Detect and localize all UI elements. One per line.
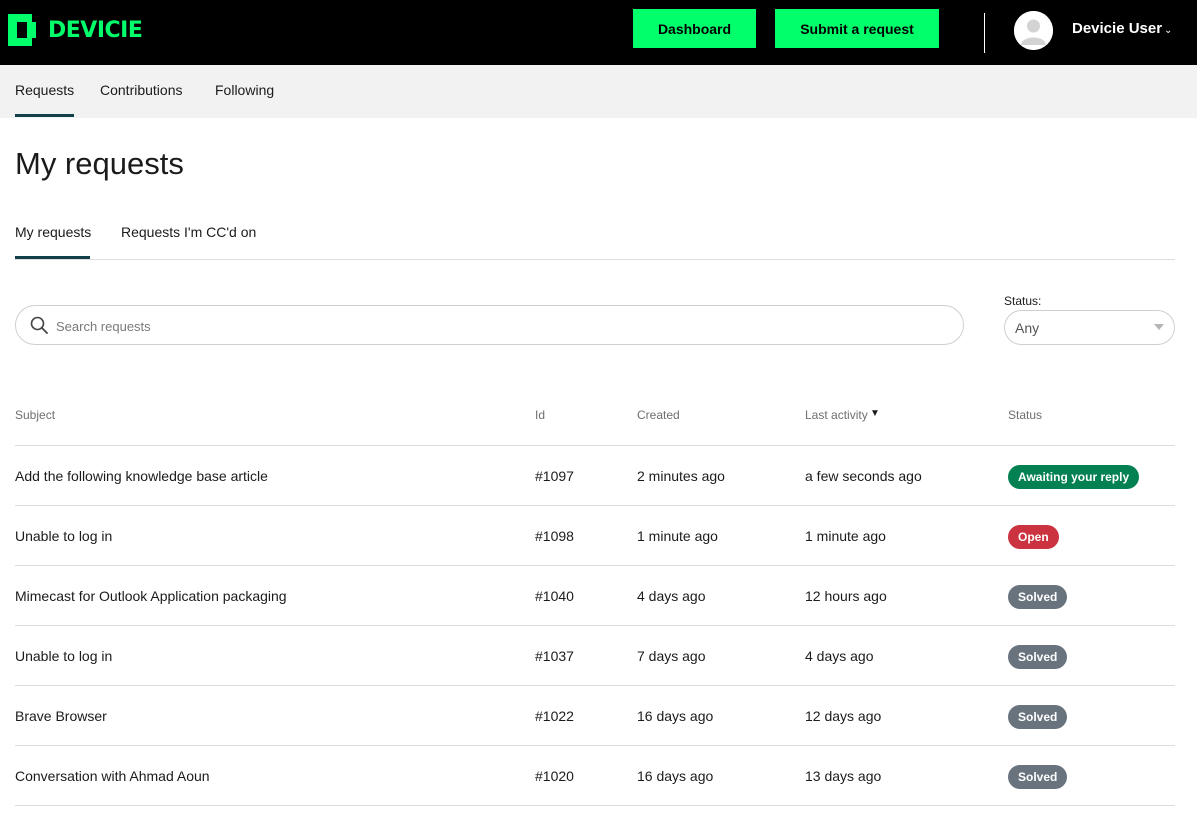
request-last-activity: a few seconds ago <box>805 468 922 484</box>
status-filter-select[interactable]: Any <box>1004 310 1175 345</box>
chevron-down-icon[interactable]: ⌄ <box>1164 25 1172 36</box>
tab-ccd-requests[interactable]: Requests I'm CC'd on <box>121 224 256 240</box>
status-badge: Open <box>1008 525 1059 549</box>
status-badge: Solved <box>1008 645 1068 669</box>
search-box[interactable] <box>15 305 964 345</box>
request-created: 7 days ago <box>637 648 706 664</box>
request-id: #1020 <box>535 768 574 784</box>
column-header-status[interactable]: Status <box>1008 408 1042 422</box>
request-last-activity: 4 days ago <box>805 648 874 664</box>
top-navigation-bar: DEVICIE Dashboard Submit a request Devic… <box>0 0 1197 65</box>
row-divider <box>15 745 1175 746</box>
search-input[interactable] <box>56 315 936 337</box>
tab-my-requests[interactable]: My requests <box>15 224 91 240</box>
request-id: #1098 <box>535 528 574 544</box>
subnav-requests[interactable]: Requests <box>15 82 75 117</box>
request-last-activity: 13 days ago <box>805 768 882 784</box>
column-header-id[interactable]: Id <box>535 408 545 422</box>
status-badge: Solved <box>1008 585 1068 609</box>
brand-logo-mark <box>8 14 36 46</box>
row-divider <box>15 805 1175 806</box>
request-id: #1037 <box>535 648 574 664</box>
table-header-divider <box>15 445 1175 446</box>
status-badge: Awaiting your reply <box>1008 465 1140 489</box>
column-header-created[interactable]: Created <box>637 408 680 422</box>
subnav-following[interactable]: Following <box>215 82 274 98</box>
row-divider <box>15 505 1175 506</box>
request-id: #1040 <box>535 588 574 604</box>
request-subject-link[interactable]: Brave Browser <box>15 708 107 724</box>
request-id: #1097 <box>535 468 574 484</box>
request-id: #1022 <box>535 708 574 724</box>
user-avatar[interactable] <box>1014 11 1053 50</box>
request-subject-link[interactable]: Add the following knowledge base article <box>15 468 268 484</box>
request-subject-link[interactable]: Conversation with Ahmad Aoun <box>15 768 210 784</box>
request-last-activity: 12 days ago <box>805 708 882 724</box>
request-created: 1 minute ago <box>637 528 718 544</box>
request-subject-link[interactable]: Unable to log in <box>15 648 112 664</box>
brand-name: DEVICIE <box>48 17 143 43</box>
request-subject-link[interactable]: Mimecast for Outlook Application packagi… <box>15 588 287 604</box>
column-header-subject[interactable]: Subject <box>15 408 55 422</box>
user-menu-name[interactable]: Devicie User <box>1072 20 1162 37</box>
brand-logo[interactable]: DEVICIE <box>8 14 143 46</box>
row-divider <box>15 565 1175 566</box>
sort-descending-icon[interactable]: ▼ <box>870 408 880 419</box>
status-filter-label: Status: <box>1004 294 1042 308</box>
request-created: 16 days ago <box>637 708 714 724</box>
status-badge: Solved <box>1008 705 1068 729</box>
caret-down-icon <box>1154 324 1164 330</box>
status-badge: Solved <box>1008 765 1068 789</box>
request-created: 2 minutes ago <box>637 468 725 484</box>
search-icon <box>30 316 48 334</box>
row-divider <box>15 685 1175 686</box>
status-filter-value: Any <box>1015 320 1040 336</box>
page-title: My requests <box>15 146 184 181</box>
request-created: 16 days ago <box>637 768 714 784</box>
secondary-navigation: Requests Contributions Following <box>0 65 1197 118</box>
dashboard-button[interactable]: Dashboard <box>633 9 756 48</box>
request-last-activity: 1 minute ago <box>805 528 886 544</box>
submit-request-button[interactable]: Submit a request <box>775 9 939 48</box>
tabs-divider <box>15 259 1175 260</box>
user-silhouette-icon <box>1014 11 1053 50</box>
header-divider <box>984 13 985 53</box>
request-subject-link[interactable]: Unable to log in <box>15 528 112 544</box>
request-created: 4 days ago <box>637 588 706 604</box>
request-last-activity: 12 hours ago <box>805 588 887 604</box>
row-divider <box>15 625 1175 626</box>
column-header-last-activity[interactable]: Last activity <box>805 408 868 422</box>
subnav-contributions[interactable]: Contributions <box>100 82 183 98</box>
